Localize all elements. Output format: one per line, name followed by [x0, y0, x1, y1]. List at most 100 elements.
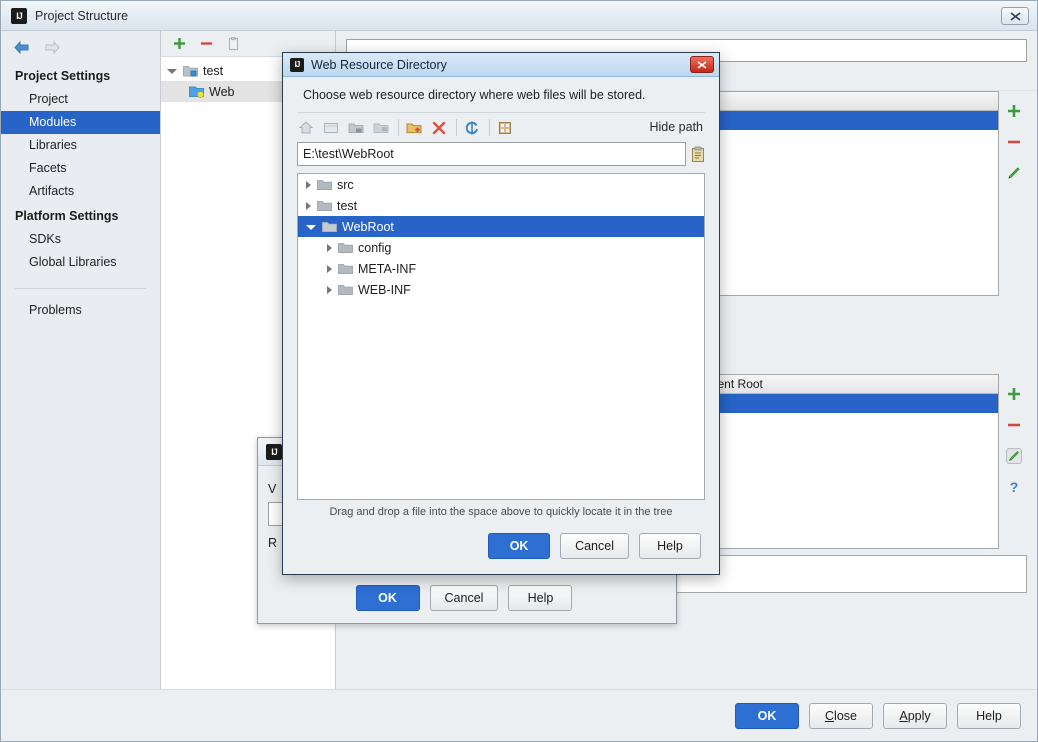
sidebar-item-facets[interactable]: Facets	[1, 157, 160, 180]
help-button[interactable]: Help	[957, 702, 1021, 729]
folder-icon	[338, 285, 353, 295]
chevron-right-icon[interactable]	[306, 180, 311, 189]
tree-item-config[interactable]: config	[298, 237, 704, 258]
plus-icon[interactable]	[172, 36, 187, 51]
minus-icon[interactable]	[199, 36, 214, 51]
chevron-right-icon[interactable]	[327, 285, 332, 294]
folder-icon	[317, 201, 332, 211]
sidebar-group-project-settings: Project Settings	[15, 69, 111, 83]
minus-icon[interactable]	[1006, 417, 1022, 433]
sidebar-divider	[15, 288, 146, 289]
folder-icon	[322, 222, 337, 232]
window-close-button[interactable]	[1001, 7, 1029, 25]
refresh-icon[interactable]	[463, 119, 481, 137]
tree-item-meta-inf[interactable]: META-INF	[298, 258, 704, 279]
tree-row-label: Web	[209, 84, 235, 99]
main-footer-buttons: OK Close Apply Help	[1, 689, 1037, 741]
pencil-icon[interactable]	[1006, 448, 1022, 464]
background-dialog-label-1: V	[268, 482, 277, 496]
modal-cancel-button[interactable]: Cancel	[560, 533, 629, 559]
tree-item-label: test	[337, 198, 358, 213]
apply-button[interactable]: Apply	[883, 702, 947, 729]
tree-item-src[interactable]: src	[298, 174, 704, 195]
modal-title-bar: Web Resource Directory	[283, 53, 719, 77]
plus-icon[interactable]	[1006, 103, 1022, 119]
tree-item-webroot[interactable]: WebRoot	[298, 216, 704, 237]
modal-ok-button[interactable]: OK	[488, 533, 551, 559]
toolbar-separator	[489, 119, 490, 136]
drag-drop-hint: Drag and drop a file into the space abov…	[329, 506, 673, 518]
background-dialog-label-2: R	[268, 536, 278, 550]
path-row: E:\test\WebRoot	[283, 142, 719, 166]
web-resource-directories-buttons: ?	[999, 374, 1029, 549]
svg-text:?: ?	[1010, 479, 1019, 495]
background-cancel-button[interactable]: Cancel	[429, 585, 499, 611]
toolbar-separator	[398, 119, 399, 136]
close-button[interactable]: Close	[809, 702, 873, 729]
chevron-down-icon[interactable]	[306, 225, 316, 230]
background-help-button[interactable]: Help	[508, 585, 573, 611]
copy-icon[interactable]	[226, 36, 241, 51]
tree-item-label: src	[337, 177, 354, 192]
intellij-icon	[266, 443, 282, 460]
folder-icon	[338, 264, 353, 274]
settings-sidebar: Project Settings Project Modules Librari…	[1, 31, 161, 689]
tree-item-label: config	[358, 240, 392, 255]
chevron-right-icon[interactable]	[327, 264, 332, 273]
path-input[interactable]: E:\test\WebRoot	[297, 142, 686, 166]
sidebar-item-sdks[interactable]: SDKs	[1, 228, 160, 251]
module-group-icon	[183, 66, 198, 77]
modal-help-button[interactable]: Help	[639, 533, 701, 559]
desktop-icon[interactable]	[322, 119, 340, 137]
background-ok-button[interactable]: OK	[355, 585, 420, 611]
tree-row-label: test	[203, 63, 224, 78]
sidebar-item-artifacts[interactable]: Artifacts	[1, 180, 160, 203]
folder-icon	[338, 243, 353, 253]
modal-toolbar: Hide path	[297, 112, 705, 142]
sidebar-item-libraries[interactable]: Libraries	[1, 134, 160, 157]
hidden-files-icon[interactable]	[496, 119, 514, 137]
forward-arrow-icon[interactable]	[44, 40, 61, 55]
paste-icon[interactable]	[691, 146, 705, 163]
main-title-bar: Project Structure	[1, 1, 1037, 31]
tree-item-web-inf[interactable]: WEB-INF	[298, 279, 704, 300]
chevron-right-icon[interactable]	[306, 201, 311, 210]
hide-path-link[interactable]: Hide path	[649, 120, 703, 134]
intellij-icon	[290, 57, 304, 72]
ok-button[interactable]: OK	[735, 702, 799, 729]
navigation-arrows	[1, 31, 160, 63]
sidebar-group-platform-settings: Platform Settings	[15, 209, 119, 223]
minus-icon[interactable]	[1006, 134, 1022, 150]
close-icon	[1010, 11, 1020, 21]
sidebar-item-problems[interactable]: Problems	[1, 299, 160, 322]
page-title: Project Structure	[35, 8, 129, 23]
plus-icon[interactable]	[1006, 386, 1022, 402]
tree-item-label: META-INF	[358, 261, 417, 276]
back-arrow-icon[interactable]	[13, 40, 30, 55]
close-icon	[697, 60, 707, 69]
modal-close-button[interactable]	[690, 56, 714, 73]
home-icon[interactable]	[297, 119, 315, 137]
sidebar-item-project[interactable]: Project	[1, 88, 160, 111]
project-folder-icon[interactable]	[347, 119, 365, 137]
background-dialog-buttons: OK Cancel Help	[258, 585, 676, 611]
new-folder-icon[interactable]	[405, 119, 423, 137]
tree-item-label: WEB-INF	[358, 282, 411, 297]
toolbar-separator	[456, 119, 457, 136]
folder-icon	[317, 180, 332, 190]
intellij-icon	[11, 7, 27, 24]
deployment-descriptors-buttons	[999, 91, 1029, 296]
sidebar-item-modules[interactable]: Modules	[1, 111, 160, 134]
tree-item-test[interactable]: test	[298, 195, 704, 216]
delete-x-icon[interactable]	[430, 119, 448, 137]
chevron-right-icon[interactable]	[327, 243, 332, 252]
sidebar-item-global-libraries[interactable]: Global Libraries	[1, 251, 160, 274]
pencil-icon[interactable]	[1006, 165, 1022, 181]
web-facet-icon	[189, 86, 204, 98]
chevron-down-icon[interactable]	[167, 69, 177, 74]
question-icon[interactable]: ?	[1006, 479, 1022, 495]
modal-buttons: OK Cancel Help	[283, 518, 719, 574]
directory-tree: src test WebRoot config META-INF WEB-INF	[297, 173, 705, 500]
modal-title: Web Resource Directory	[311, 57, 447, 72]
module-folder-icon[interactable]	[372, 119, 390, 137]
